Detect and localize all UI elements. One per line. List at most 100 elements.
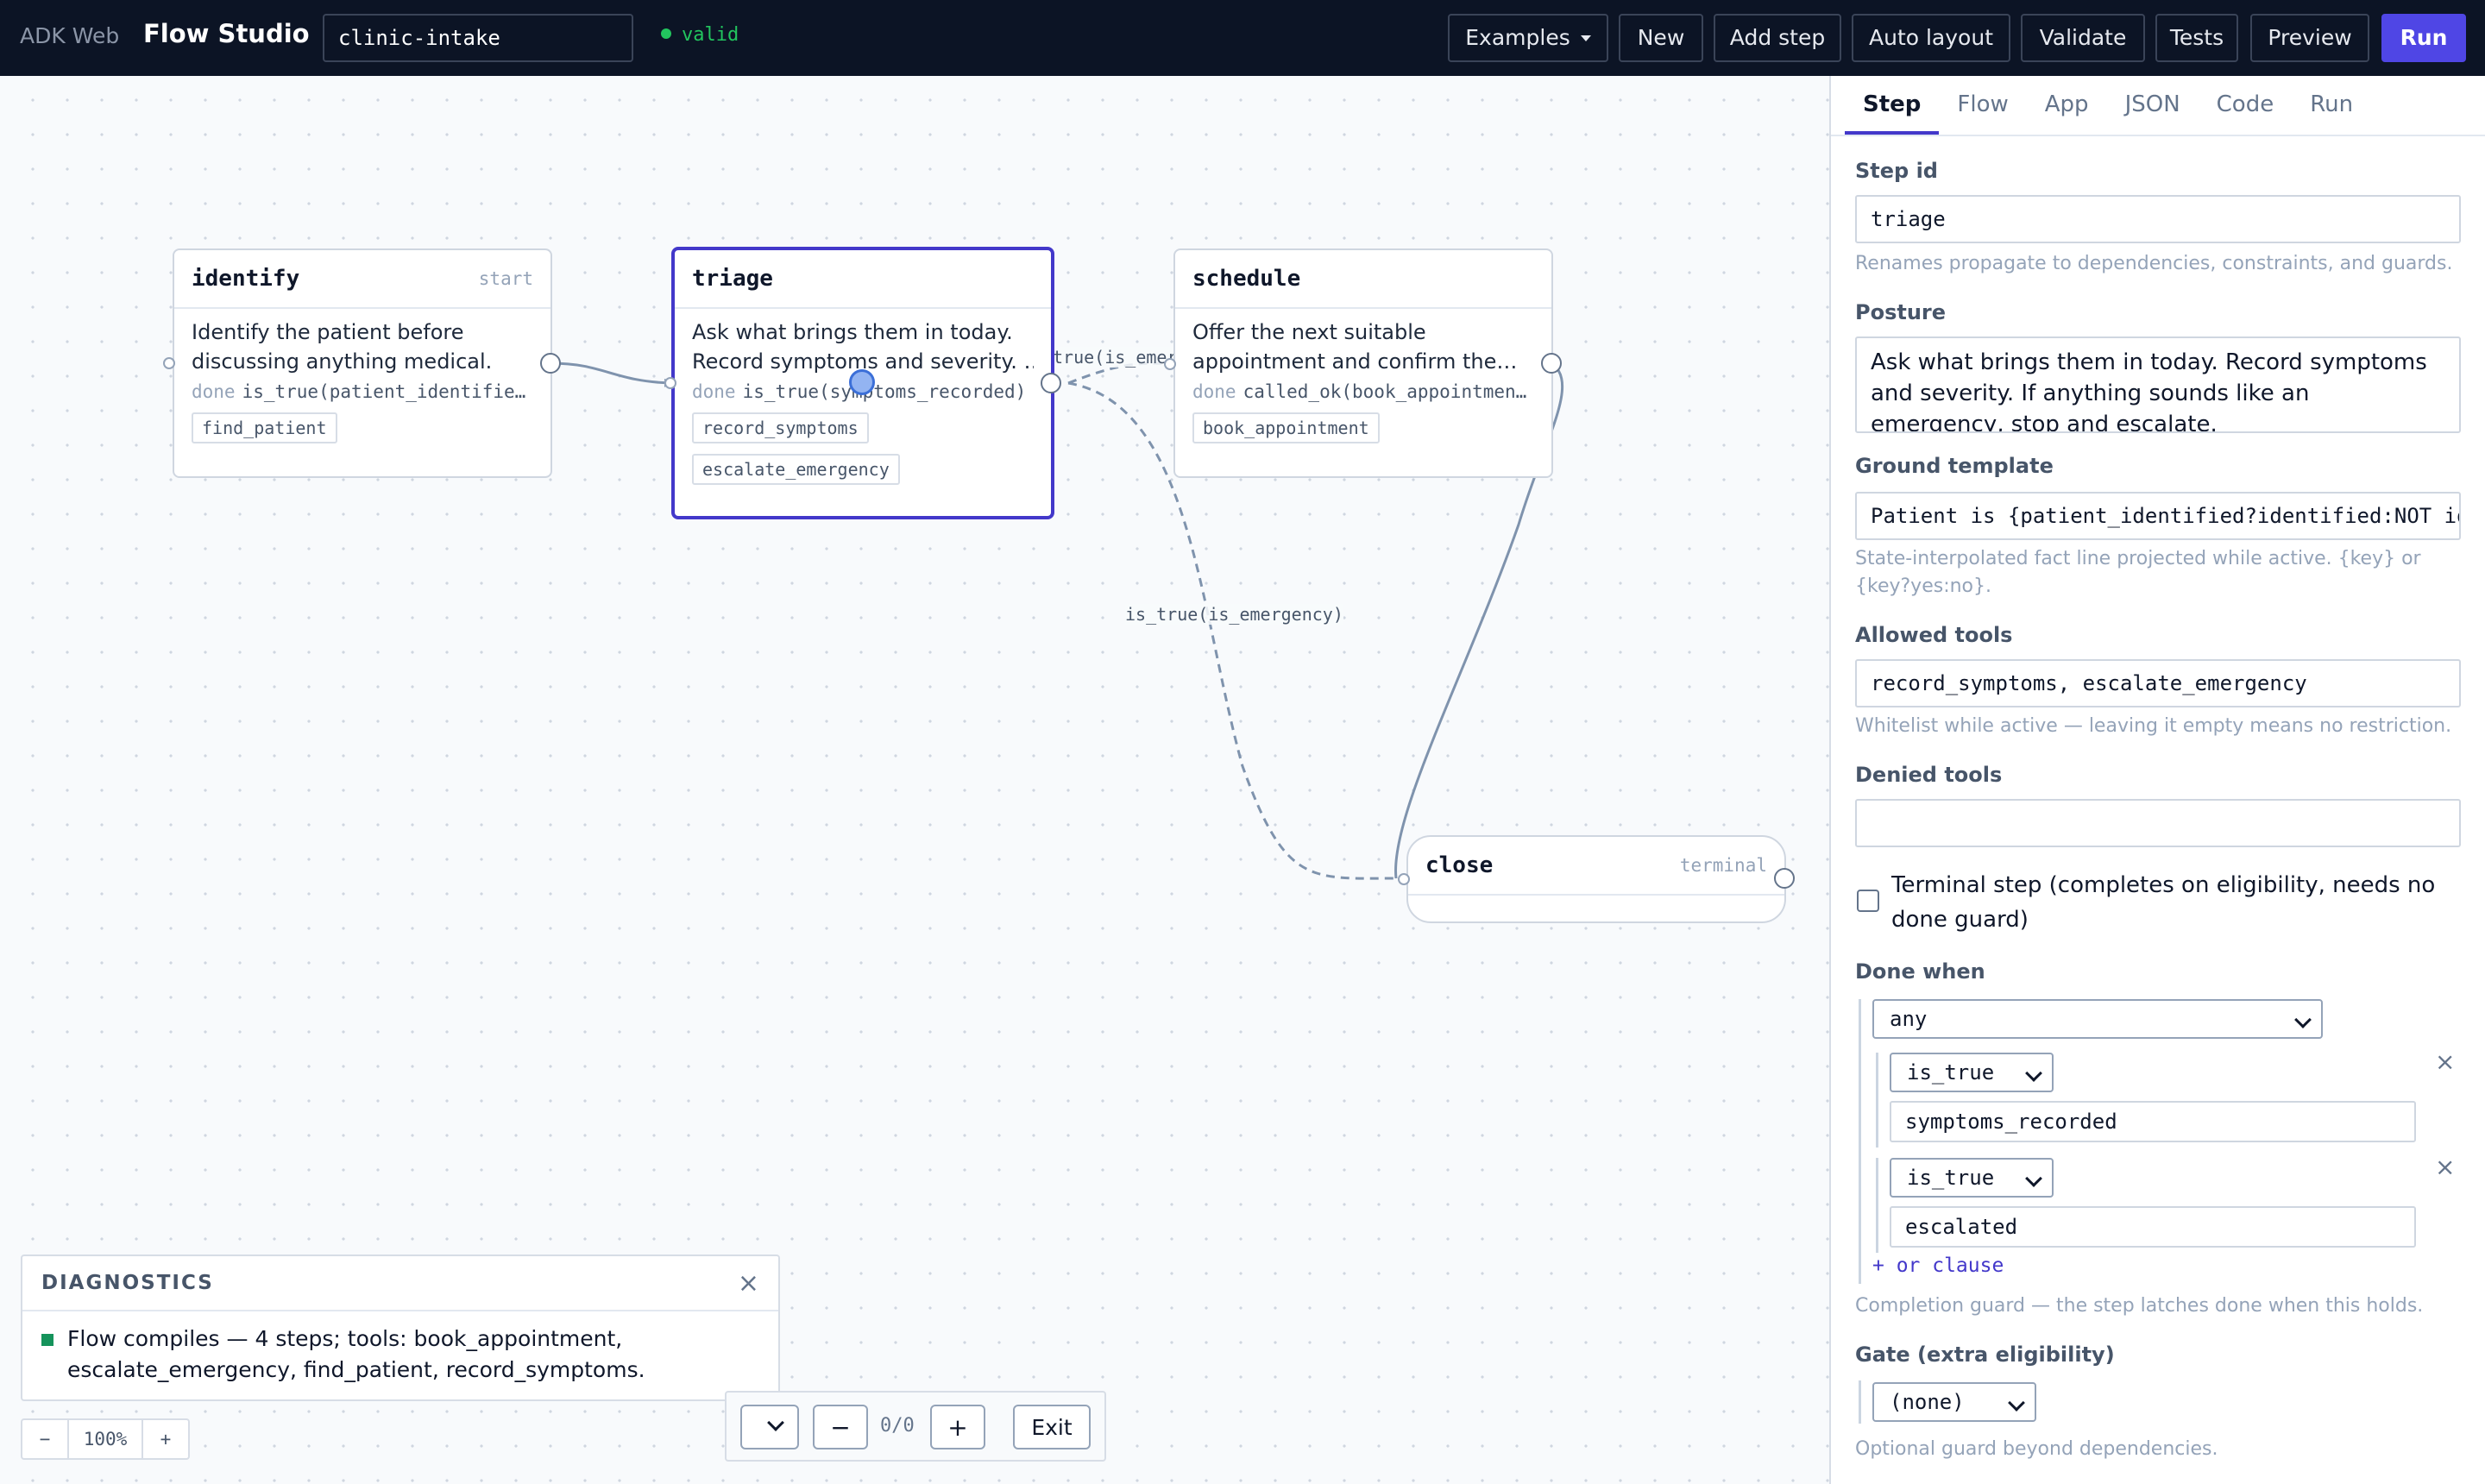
- run-button[interactable]: Run: [2381, 14, 2466, 62]
- step-node-schedule[interactable]: schedule Offer the next suitable appoint…: [1173, 248, 1553, 478]
- node-title: schedule: [1192, 266, 1301, 292]
- search-count: 0/0: [880, 1415, 915, 1437]
- clause-op-select[interactable]: is_true: [1890, 1053, 2054, 1092]
- add-or-clause-link[interactable]: + or clause: [1872, 1254, 2004, 1277]
- search-next-button[interactable]: +: [930, 1405, 985, 1449]
- clause-bar: [1876, 1158, 1878, 1253]
- inspector-panel: Step Flow App JSON Code Run Step id tria…: [1831, 76, 2485, 1484]
- node-description: Identify the patient before: [192, 320, 464, 344]
- tool-chip: record_symptoms: [692, 412, 869, 443]
- remove-clause-icon[interactable]: ×: [2435, 1153, 2455, 1181]
- diagnostics-title: DIAGNOSTICS: [41, 1272, 214, 1294]
- chevron-down-icon: [2294, 1011, 2312, 1028]
- gate-select[interactable]: (none): [1872, 1382, 2036, 1422]
- status-text: valid: [682, 24, 739, 46]
- top-bar: ADK Web Flow Studio clinic-intake valid …: [0, 0, 2485, 76]
- examples-dropdown-button[interactable]: Examples: [1448, 14, 1608, 62]
- step-id-hint: Renames propagate to dependencies, const…: [1855, 253, 2453, 274]
- step-id-input[interactable]: triage: [1855, 195, 2461, 243]
- ground-template-hint: State-interpolated fact line projected w…: [1855, 548, 2421, 597]
- search-prev-button[interactable]: −: [813, 1405, 868, 1449]
- step-node-identify[interactable]: identify start Identify the patient befo…: [173, 248, 552, 478]
- zoom-in-button[interactable]: +: [143, 1420, 188, 1458]
- gate-label: Gate (extra eligibility): [1855, 1343, 2115, 1367]
- allowed-tools-hint: Whitelist while active — leaving it empt…: [1855, 715, 2452, 737]
- done-when-mode-select[interactable]: any: [1872, 999, 2323, 1039]
- diagnostics-message: Flow compiles — 4 steps; tools: book_app…: [67, 1326, 623, 1351]
- output-port[interactable]: [1041, 373, 1061, 393]
- allowed-tools-label: Allowed tools: [1855, 623, 2013, 647]
- input-port[interactable]: [1398, 873, 1410, 885]
- step-node-close[interactable]: close terminal: [1406, 835, 1786, 923]
- clause-bar: [1876, 1053, 1878, 1148]
- handle-port-highlighted[interactable]: [849, 369, 875, 395]
- node-description: Offer the next suitable: [1192, 320, 1426, 344]
- edge-identify-triage[interactable]: [550, 362, 673, 387]
- node-header: triage: [675, 250, 1051, 309]
- examples-label: Examples: [1465, 25, 1570, 50]
- new-button[interactable]: New: [1619, 14, 1703, 62]
- clause-arg-input[interactable]: escalated: [1890, 1206, 2416, 1248]
- ground-template-input[interactable]: Patient is {patient_identified?identifie…: [1855, 492, 2461, 540]
- gate-hint: Optional guard beyond dependencies.: [1855, 1438, 2218, 1460]
- auto-layout-button[interactable]: Auto layout: [1852, 14, 2010, 62]
- allowed-tools-input[interactable]: record_symptoms, escalate_emergency: [1855, 659, 2461, 707]
- node-header: identify start: [174, 250, 550, 309]
- node-header: close terminal: [1408, 837, 1784, 896]
- success-status-icon: [41, 1334, 53, 1346]
- validate-button[interactable]: Validate: [2021, 14, 2145, 62]
- tab-json[interactable]: JSON: [2107, 76, 2199, 135]
- output-port[interactable]: [1774, 868, 1795, 889]
- remove-clause-icon[interactable]: ×: [2435, 1047, 2455, 1076]
- edge-label-triage-close[interactable]: is_true(is_emergency): [1125, 604, 1343, 625]
- chevron-down-icon: [2025, 1170, 2042, 1187]
- step-id-label: Step id: [1855, 159, 1938, 183]
- zoom-out-button[interactable]: −: [22, 1420, 67, 1458]
- posture-textarea[interactable]: Ask what brings them in today. Record sy…: [1855, 336, 2461, 433]
- close-icon[interactable]: ×: [738, 1268, 759, 1298]
- input-port[interactable]: [664, 377, 676, 389]
- output-port[interactable]: [1541, 353, 1562, 374]
- diagnostics-panel: DIAGNOSTICS × Flow compiles — 4 steps; t…: [21, 1254, 780, 1401]
- terminal-step-checkbox[interactable]: [1857, 890, 1879, 912]
- flow-name-input[interactable]: clinic-intake: [323, 14, 633, 62]
- node-tag-terminal: terminal: [1679, 855, 1767, 876]
- tab-flow[interactable]: Flow: [1939, 76, 2026, 135]
- gate-bar: [1859, 1380, 1861, 1424]
- node-description: appointment and confirm the…: [1192, 349, 1518, 374]
- tab-step[interactable]: Step: [1845, 76, 1940, 135]
- output-port[interactable]: [540, 353, 561, 374]
- caret-down-icon: [1580, 35, 1591, 41]
- node-tag-start: start: [478, 268, 533, 289]
- node-title: close: [1425, 852, 1494, 878]
- tool-chip: find_patient: [192, 412, 337, 443]
- chevron-down-icon: [2008, 1394, 2025, 1412]
- terminal-step-label: Terminal step (completes on eligibility,…: [1891, 872, 2436, 933]
- tool-chip: book_appointment: [1192, 412, 1380, 443]
- app-title: Flow Studio: [143, 19, 310, 48]
- tab-run[interactable]: Run: [2292, 76, 2371, 135]
- denied-tools-input[interactable]: [1855, 799, 2461, 847]
- diagnostics-message: escalate_emergency, find_patient, record…: [67, 1357, 645, 1382]
- preview-button[interactable]: Preview: [2250, 14, 2369, 62]
- ground-template-label: Ground template: [1855, 454, 2054, 478]
- flow-canvas[interactable]: true(is_emerg is_true(is_emergency) iden…: [0, 76, 1829, 1484]
- posture-label: Posture: [1855, 300, 1947, 324]
- done-when-label: Done when: [1855, 959, 1985, 984]
- clause-arg-input[interactable]: symptoms_recorded: [1890, 1101, 2416, 1142]
- clause-op-select[interactable]: is_true: [1890, 1158, 2054, 1198]
- node-description: Ask what brings them in today.: [692, 320, 1013, 344]
- input-port[interactable]: [163, 357, 175, 369]
- tab-code[interactable]: Code: [2199, 76, 2293, 135]
- adk-web-label[interactable]: ADK Web: [20, 23, 119, 48]
- denied-tools-label: Denied tools: [1855, 763, 2003, 787]
- add-step-button[interactable]: Add step: [1714, 14, 1841, 62]
- tab-app[interactable]: App: [2027, 76, 2107, 135]
- input-port[interactable]: [1164, 358, 1176, 370]
- search-mode-select[interactable]: [740, 1405, 799, 1449]
- tests-button[interactable]: Tests: [2155, 14, 2238, 62]
- search-exit-button[interactable]: Exit: [1013, 1405, 1091, 1449]
- done-when-hint: Completion guard — the step latches done…: [1855, 1295, 2424, 1317]
- node-title: identify: [192, 266, 300, 292]
- node-done-guard: done called_ok(book_appointment): [1192, 381, 1534, 402]
